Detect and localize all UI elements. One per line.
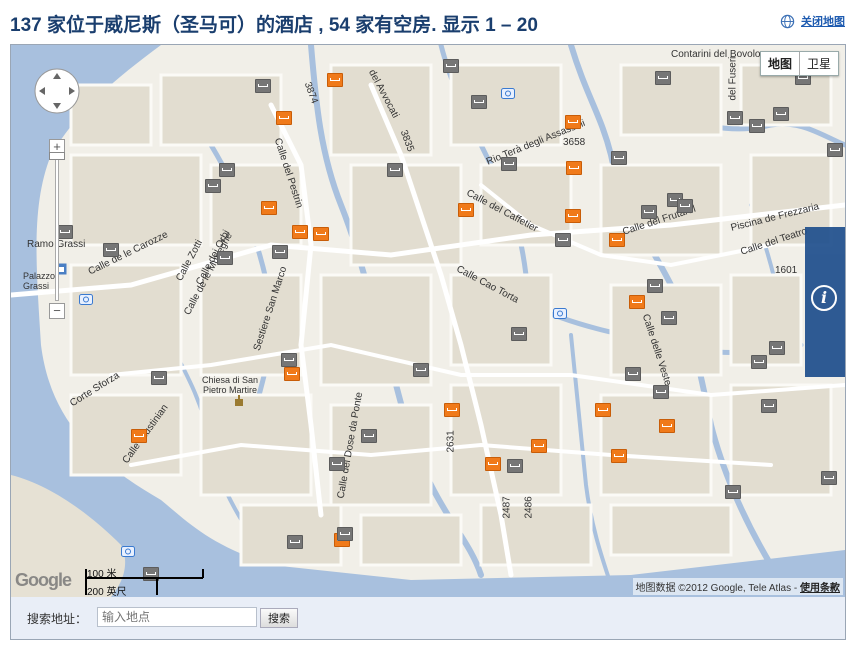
hotel-pin-available[interactable]: [276, 111, 292, 125]
terms-of-use-link[interactable]: 使用条款: [800, 583, 840, 594]
hotel-pin-available[interactable]: [611, 449, 627, 463]
map-type-control[interactable]: 地图 卫星: [759, 51, 839, 76]
hotel-pin[interactable]: [205, 179, 221, 193]
hotel-pin[interactable]: [727, 111, 743, 125]
hotel-pin[interactable]: [761, 399, 777, 413]
results-header: 137 家位于威尼斯（圣马可）的酒店 , 54 家有空房. 显示 1 – 20 …: [10, 10, 855, 36]
camera-icon[interactable]: [501, 87, 515, 99]
hotel-pin[interactable]: [749, 119, 765, 133]
church-icon: [235, 395, 243, 406]
search-address-input[interactable]: [97, 607, 257, 627]
map-tiles[interactable]: [11, 45, 845, 597]
hotel-pin[interactable]: [57, 225, 73, 239]
hotel-pin[interactable]: [725, 485, 741, 499]
hotel-pin-available[interactable]: [313, 227, 329, 241]
hotel-pin-available[interactable]: [609, 233, 625, 247]
hotel-pin[interactable]: [821, 471, 837, 485]
zoom-out-button[interactable]: −: [49, 303, 65, 319]
hotel-pin[interactable]: [653, 385, 669, 399]
hotel-pin[interactable]: [219, 163, 235, 177]
search-button[interactable]: 搜索: [260, 608, 298, 628]
street-label: del Fuseri: [727, 56, 739, 101]
street-label: Palazzo Grassi: [23, 271, 56, 291]
hotel-pin[interactable]: [555, 233, 571, 247]
hotel-pin-available[interactable]: [284, 367, 300, 381]
hotel-pin-available[interactable]: [485, 457, 501, 471]
street-label: 1601: [775, 265, 798, 276]
hotel-pin[interactable]: [625, 367, 641, 381]
camera-icon[interactable]: [79, 293, 93, 305]
info-icon: i: [811, 285, 837, 311]
hotel-pin[interactable]: [337, 527, 353, 541]
camera-icon[interactable]: [121, 545, 135, 557]
camera-icon[interactable]: [553, 307, 567, 319]
hotel-pin-available[interactable]: [444, 403, 460, 417]
street-label: Contarini del Bovolo: [671, 49, 761, 60]
close-map-label: 关闭地图: [801, 16, 845, 28]
hotel-pin[interactable]: [769, 341, 785, 355]
hotel-pin[interactable]: [471, 95, 487, 109]
hotel-pin[interactable]: [661, 311, 677, 325]
globe-icon: [780, 14, 795, 28]
hotel-pin[interactable]: [507, 459, 523, 473]
hotel-pin[interactable]: [329, 457, 345, 471]
hotel-pin-available[interactable]: [261, 201, 277, 215]
hotel-pin-available[interactable]: [565, 209, 581, 223]
hotel-pin-available[interactable]: [292, 225, 308, 239]
hotel-pin-available[interactable]: [595, 403, 611, 417]
hotel-pin[interactable]: [751, 355, 767, 369]
street-label: 2487: [501, 496, 513, 519]
hotel-map[interactable]: Contarini del Bovolo del Fuseri del Avvo…: [10, 44, 846, 598]
hotel-pin[interactable]: [443, 59, 459, 73]
hotel-pin[interactable]: [511, 327, 527, 341]
street-label: 2631: [445, 430, 457, 453]
hotel-pin[interactable]: [103, 243, 119, 257]
copyright-text: 地图数据 ©2012 Google, Tele Atlas -: [635, 583, 800, 594]
street-label: 3658: [563, 137, 586, 148]
close-map-link[interactable]: 关闭地图: [780, 13, 845, 29]
hotel-pin[interactable]: [151, 371, 167, 385]
hotel-pin[interactable]: [773, 107, 789, 121]
google-logo: Google: [15, 570, 72, 590]
pan-control[interactable]: [33, 67, 81, 115]
hotel-pin[interactable]: [281, 353, 297, 367]
hotel-pin-available[interactable]: [565, 115, 581, 129]
hotel-pin[interactable]: [272, 245, 288, 259]
hotel-pin[interactable]: [655, 71, 671, 85]
hotel-pin[interactable]: [413, 363, 429, 377]
hotel-pin-available[interactable]: [629, 295, 645, 309]
hotel-pin[interactable]: [677, 199, 693, 213]
hotel-pin-available[interactable]: [659, 419, 675, 433]
scale-imperial: 200 英尺: [87, 587, 127, 598]
hotel-pin-available[interactable]: [327, 73, 343, 87]
hotel-pin[interactable]: [501, 157, 517, 171]
search-address-label: 搜索地址：: [27, 612, 88, 626]
hotel-pin[interactable]: [827, 143, 843, 157]
map-type-map-button[interactable]: 地图: [761, 52, 800, 75]
hotel-pin-available[interactable]: [458, 203, 474, 217]
info-panel-tab[interactable]: i: [805, 227, 845, 377]
street-label: Chiesa di San Pietro Martire: [201, 375, 259, 395]
scale-bar: 100 米 200 英尺: [85, 563, 205, 598]
hotel-pin-available[interactable]: [531, 439, 547, 453]
hotel-pin[interactable]: [611, 151, 627, 165]
hotel-pin[interactable]: [647, 279, 663, 293]
hotel-pin[interactable]: [287, 535, 303, 549]
map-type-satellite-button[interactable]: 卫星: [800, 52, 838, 75]
hotel-pin[interactable]: [255, 79, 271, 93]
hotel-pin[interactable]: [641, 205, 657, 219]
hotel-pin-available[interactable]: [131, 429, 147, 443]
hotel-pin-available[interactable]: [566, 161, 582, 175]
street-label: 2486: [523, 496, 535, 519]
hotel-pin[interactable]: [217, 251, 233, 265]
results-title: 137 家位于威尼斯（圣马可）的酒店 , 54 家有空房. 显示 1 – 20: [10, 15, 538, 36]
zoom-slider-handle[interactable]: [49, 152, 65, 160]
zoom-slider-track[interactable]: [55, 157, 59, 301]
map-copyright: 地图数据 ©2012 Google, Tele Atlas - 使用条款: [632, 578, 843, 595]
hotel-pin[interactable]: [361, 429, 377, 443]
hotel-pin[interactable]: [387, 163, 403, 177]
address-search-bar: 搜索地址： 搜索: [10, 597, 846, 640]
